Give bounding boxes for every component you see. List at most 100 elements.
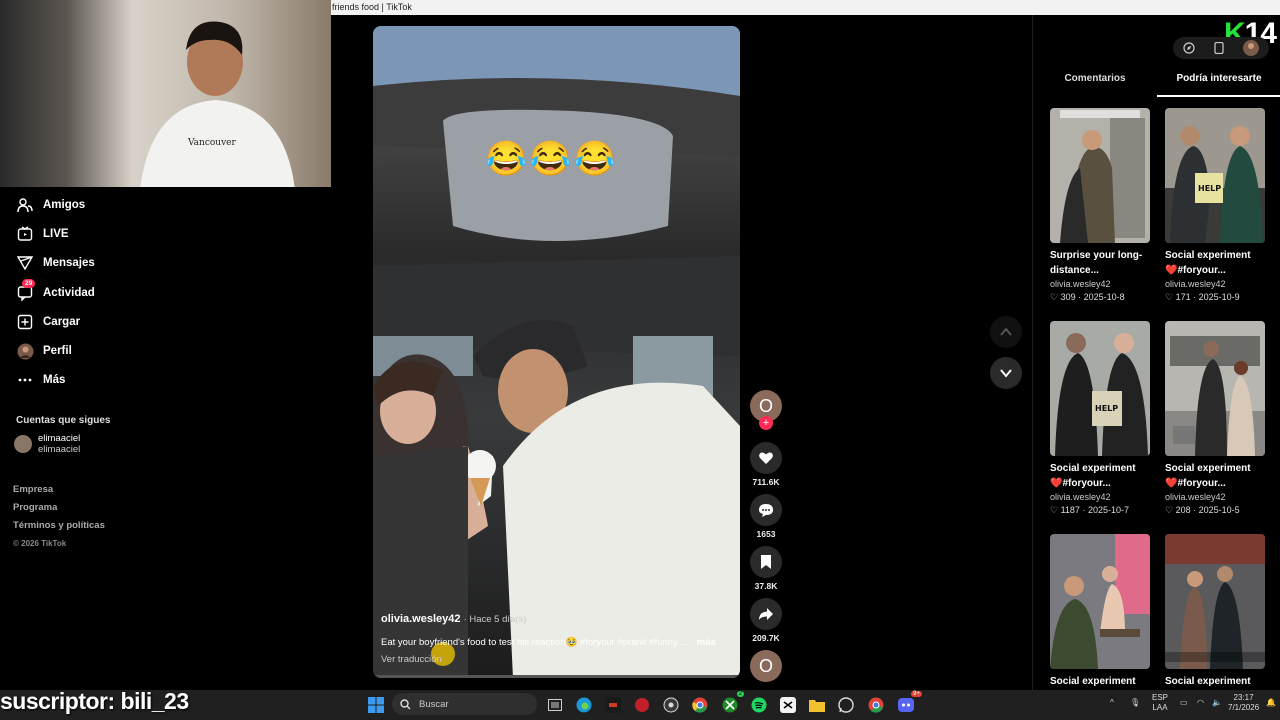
clock-time: 23:17: [1233, 693, 1254, 702]
video-player[interactable]: 😂😂😂 olivia.wesley42 · Hace 5 día(s) Eat …: [373, 26, 740, 678]
sidebar-nav: Amigos LIVE Mensajes 29 Actividad Cargar…: [0, 190, 330, 395]
copyright: © 2026 TikTok: [13, 539, 67, 548]
like-button[interactable]: [750, 442, 782, 474]
footer-link-company[interactable]: Empresa: [13, 481, 105, 499]
tab-recommended[interactable]: Podría interesarte: [1157, 73, 1280, 97]
webcam-overlay: Vancouver: [0, 0, 331, 187]
xbox-badge: 2: [736, 691, 744, 697]
sidebar-item-more[interactable]: Más: [0, 366, 330, 395]
footer-links: Empresa Programa Términos y políticas © …: [13, 481, 105, 553]
card-title: Social experiment: [1165, 676, 1251, 687]
volume-icon[interactable]: 🔈: [1212, 698, 1222, 708]
translate-link[interactable]: Ver traducción: [381, 654, 442, 665]
following-heading: Cuentas que sigues: [16, 415, 111, 426]
capcut-icon[interactable]: [778, 695, 798, 715]
windows-start-icon[interactable]: [366, 695, 386, 715]
microphone-icon[interactable]: 🎙: [1130, 698, 1140, 708]
sidebar-item-label: Perfil: [43, 345, 72, 358]
clock[interactable]: 23:17 7/1/2026: [1228, 693, 1259, 713]
panel-top-icons: [1173, 37, 1269, 59]
svg-text:HELP: HELP: [1095, 404, 1118, 413]
edge-icon[interactable]: [574, 695, 594, 715]
card-title: Social experiment ❤️#foryour...: [1165, 463, 1251, 489]
sidebar-item-friends[interactable]: Amigos: [0, 190, 330, 219]
svg-text:HELP: HELP: [1198, 184, 1221, 193]
heart-icon: [759, 452, 773, 464]
share-count: 209.7K: [752, 633, 780, 643]
video-card[interactable]: Social experiment ❤️#foryour... olivia.w…: [1165, 321, 1265, 517]
video-thumbnail: HELP: [1165, 108, 1265, 243]
file-explorer-icon[interactable]: [807, 695, 827, 715]
card-title: Surprise your long-distance...: [1050, 250, 1143, 276]
caption-more-link[interactable]: más: [697, 637, 716, 648]
sidebar-item-live[interactable]: LIVE: [0, 219, 330, 248]
spotify-icon[interactable]: [749, 695, 769, 715]
live-icon: [16, 225, 34, 243]
discord-icon[interactable]: 9+: [896, 691, 922, 715]
footer-link-program[interactable]: Programa: [13, 499, 105, 517]
previous-video-button[interactable]: [990, 316, 1022, 348]
video-card[interactable]: HELP Social experiment ❤️#foryour... oli…: [1165, 108, 1265, 304]
comment-button[interactable]: [750, 494, 782, 526]
chrome-icon[interactable]: [690, 695, 710, 715]
footer-link-terms[interactable]: Términos y políticas: [13, 517, 105, 535]
card-author[interactable]: olivia.wesley42: [1050, 278, 1150, 291]
obs-icon[interactable]: [661, 695, 681, 715]
share-button[interactable]: [750, 598, 782, 630]
video-card[interactable]: Surprise your long-distance... olivia.we…: [1050, 108, 1150, 304]
discord-badge: 9+: [911, 691, 922, 697]
video-author[interactable]: olivia.wesley42: [381, 613, 461, 625]
explore-icon[interactable]: [1183, 42, 1195, 54]
sidebar-item-profile[interactable]: Perfil: [0, 336, 330, 365]
task-view-icon[interactable]: [545, 695, 565, 715]
video-thumbnail: [1050, 534, 1150, 669]
video-card[interactable]: Social experiment: [1050, 534, 1150, 689]
sidebar-item-messages[interactable]: Mensajes: [0, 249, 330, 278]
wifi-icon[interactable]: ◠: [1197, 698, 1204, 708]
comment-count: 1653: [756, 529, 776, 539]
card-stats: ♡ 208 · 2025-10-5: [1165, 505, 1240, 515]
screen: friends food | TikTok Vancouver Amigos L…: [0, 0, 1280, 720]
card-title: Social experiment: [1050, 676, 1136, 687]
follow-plus-button[interactable]: +: [759, 416, 773, 430]
clock-date: 7/1/2026: [1228, 703, 1260, 712]
video-progress-bar[interactable]: [373, 675, 740, 678]
panel-tabs: Comentarios Podría interesarte: [1033, 73, 1280, 97]
tray-overflow-icon[interactable]: ^: [1110, 698, 1114, 708]
card-author[interactable]: olivia.wesley42: [1165, 278, 1265, 291]
whatsapp-icon[interactable]: [836, 695, 856, 715]
language-indicator[interactable]: ESP LAA: [1152, 693, 1168, 713]
taskbar-search-box[interactable]: Buscar: [392, 693, 537, 715]
music-disc-button[interactable]: O: [750, 650, 782, 682]
card-likes: 208: [1175, 505, 1191, 515]
video-caption-text: Eat your boyfriend's food to test his re…: [381, 637, 689, 648]
notification-icon[interactable]: 🔔: [1266, 698, 1276, 708]
profile-avatar-icon: [16, 342, 34, 360]
more-icon: [16, 371, 34, 389]
save-button[interactable]: [750, 546, 782, 578]
card-stats: ♡ 1187 · 2025-10-7: [1050, 505, 1129, 515]
sidebar-item-upload[interactable]: Cargar: [0, 307, 330, 336]
sidebar-item-activity[interactable]: 29 Actividad: [0, 278, 330, 307]
chrome-icon-2[interactable]: [866, 695, 886, 715]
video-card[interactable]: HELP Social experiment ❤️#foryour... oli…: [1050, 321, 1150, 517]
user-avatar-icon[interactable]: [1243, 40, 1260, 56]
video-card[interactable]: Social experiment: [1165, 534, 1265, 689]
device-icon[interactable]: [1214, 42, 1224, 54]
next-video-button[interactable]: [990, 357, 1022, 389]
card-author[interactable]: olivia.wesley42: [1050, 491, 1150, 504]
video-emoji-overlay: 😂😂😂: [485, 140, 619, 178]
sidebar-item-label: LIVE: [43, 227, 69, 240]
search-placeholder: Buscar: [419, 698, 449, 710]
subscriber-overlay: suscriptor: bili_23: [0, 688, 189, 714]
following-account[interactable]: elimaaciel elimaaciel: [14, 433, 80, 455]
app-dark-icon[interactable]: [603, 695, 623, 715]
avatar: [14, 435, 32, 453]
network-icon[interactable]: ▭: [1180, 698, 1188, 708]
video-frame: [373, 26, 740, 678]
card-author[interactable]: olivia.wesley42: [1165, 491, 1265, 504]
xbox-icon[interactable]: 2: [720, 691, 744, 715]
tab-comments[interactable]: Comentarios: [1033, 73, 1157, 97]
video-thumbnail: [1165, 534, 1265, 669]
app-red-icon[interactable]: [632, 695, 652, 715]
